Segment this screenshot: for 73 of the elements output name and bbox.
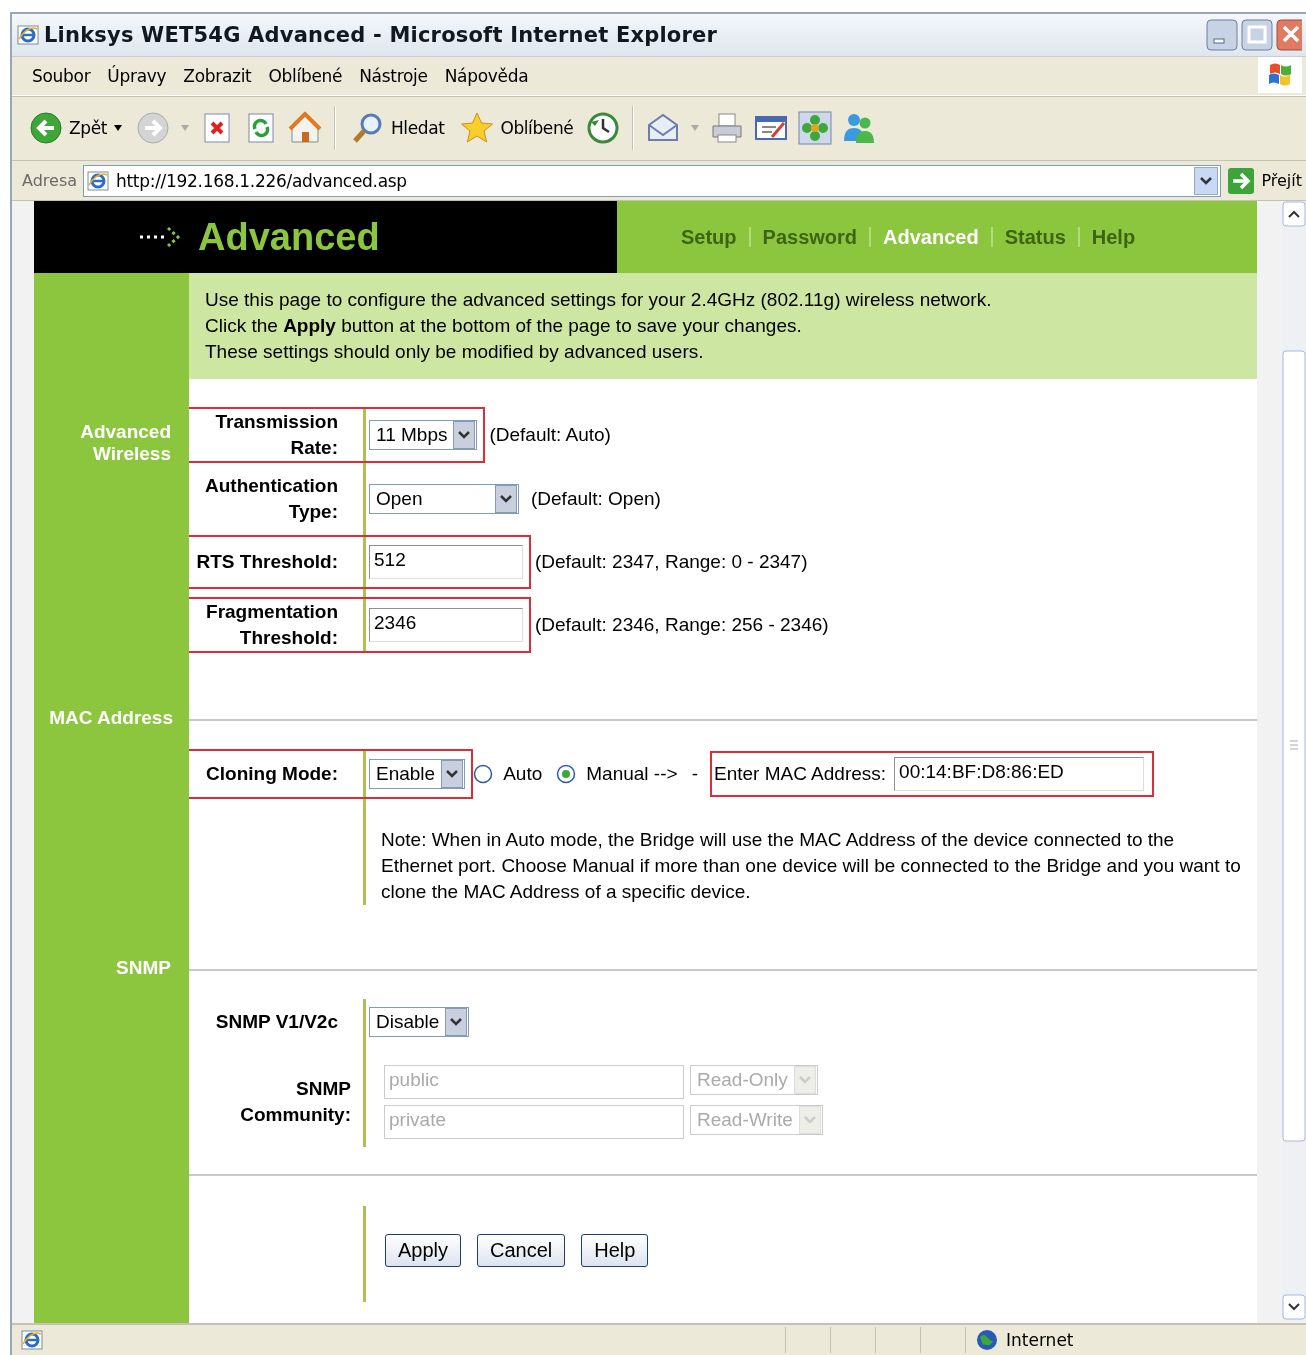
radio-label[interactable]: Manual --> [586,763,678,785]
caret-icon[interactable] [179,124,190,132]
caret-icon [1200,176,1213,185]
hint-text: (Default: 2347, Range: 0 - 2347) [535,551,808,573]
field-label: Cloning Mode: [205,762,339,786]
home-icon[interactable] [287,111,322,145]
page-icon [86,168,111,193]
dropdown-button[interactable] [1194,166,1219,195]
menu-item[interactable]: Zobrazit [179,66,265,86]
section-title: Advanced Wireless [79,421,171,465]
field-label: Enter MAC Address: [713,763,887,785]
caret-icon [453,421,476,449]
address-label: Adresa [22,171,78,190]
people-icon[interactable] [842,111,877,145]
radio-button[interactable] [556,764,577,784]
field-label: Authentication Type: [204,474,339,524]
address-field[interactable]: http://192.168.1.226/advanced.asp [83,164,1222,197]
note-text: Note: When in Auto mode, the Bridge will use the MAC Address of the device connected to the Ethernet port. Choose Manual if more than one device will be connected to the Bridge and you want to clone the MAC Address of a specific device. [380,828,1242,904]
field-label: Transmission Rate: [214,410,339,460]
windows-logo-icon [1258,57,1302,93]
dropdown[interactable]: Open [369,484,519,514]
field-label: SNMP V1/V2c [214,1010,339,1034]
menu-item[interactable]: Nápověda [440,66,542,86]
printer-icon[interactable] [710,111,745,145]
caret-icon [798,1106,821,1134]
field-label: RTS Threshold: [195,550,339,574]
close-icon[interactable] [1276,19,1302,51]
favorites-button[interactable]: Oblíbené [457,109,577,147]
dropdown[interactable]: Enable [369,759,466,789]
dropdown[interactable]: 11 Mbps [369,420,478,450]
search-button[interactable]: Hledat [347,109,448,147]
go-button[interactable]: Přejít [1227,166,1302,195]
zone-label: Internet [1006,1330,1074,1350]
hint-text: (Default: 2346, Range: 256 - 2346) [535,614,829,636]
menu-item[interactable]: Soubor [28,66,104,86]
browser-icon [16,23,40,47]
caret-icon [495,485,517,513]
scrollbar[interactable] [1282,201,1306,1321]
text-field[interactable]: 2346 [369,608,523,642]
caret-icon [793,1066,816,1094]
form-button[interactable]: Cancel [477,1234,566,1267]
caret-icon [112,124,123,132]
field-label: SNMP Community: [239,1077,352,1127]
form-button[interactable]: Help [581,1234,649,1267]
globe-icon [976,1329,998,1351]
menu-item[interactable]: Úpravy [103,66,180,86]
form-button[interactable]: Apply [385,1234,462,1267]
star-icon [460,111,495,145]
field-label: Fragmentation Threshold: [205,600,339,650]
minimize-icon[interactable] [1206,19,1238,51]
hint-text: (Default: Auto) [489,424,611,446]
intro-text: Use this page to configure the advanced settings for your 2.4GHz (802.11g) wireless network. Click the Apply button at the bottom of the page to save your changes. These settings should only be modified by advanced users. [189,273,1257,379]
page-title: Advanced [198,215,380,259]
text-field[interactable]: 512 [369,545,523,579]
window-title: Linksys WET54G Advanced - Microsoft Internet Explorer [44,23,719,47]
separator-text: - [691,763,698,785]
section-title: SNMP [115,957,171,979]
menu-item[interactable]: Oblíbené [264,66,356,86]
maximize-icon[interactable] [1241,19,1273,51]
page-icon [20,1328,44,1352]
menu-item[interactable]: Nástroje [355,66,441,86]
back-button[interactable]: Zpět [26,109,126,147]
radio-button[interactable] [473,764,494,784]
hint-text: (Default: Open) [531,488,661,510]
section-title: MAC Address [48,707,173,729]
mac-address-field[interactable]: 00:14:BF:D8:86:ED [894,757,1145,791]
caret-icon [441,760,464,788]
caret-icon[interactable] [690,124,701,132]
dropdown[interactable]: Disable [369,1007,470,1037]
caret-icon [445,1008,468,1036]
radio-label[interactable]: Auto [503,763,543,785]
history-icon[interactable] [586,111,621,145]
flower-icon[interactable] [798,111,833,145]
